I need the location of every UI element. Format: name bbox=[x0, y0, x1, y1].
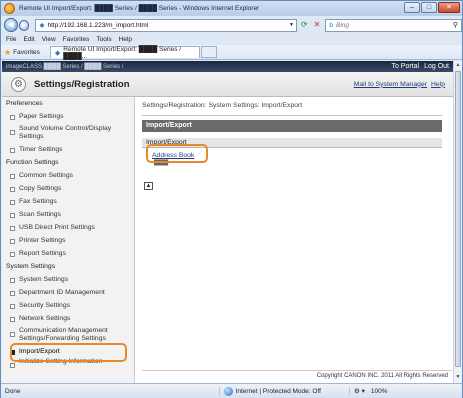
device-model: imageCLASS ████ Series / ████ Series / bbox=[6, 63, 124, 70]
highlight-address-book bbox=[146, 144, 208, 163]
sidebar-group-preferences: Preferences bbox=[6, 100, 43, 107]
sidebar-group-system-settings: System Settings bbox=[6, 263, 56, 270]
to-portal-link[interactable]: To Portal bbox=[391, 63, 419, 70]
sidebar-item-fax-settings[interactable]: Fax Settings bbox=[2, 195, 134, 208]
sidebar-item-common-settings[interactable]: Common Settings bbox=[2, 169, 134, 182]
page-top-icon[interactable]: ▲ bbox=[144, 182, 153, 190]
vertical-scrollbar[interactable]: ▲ ▼ bbox=[453, 61, 462, 383]
address-bar[interactable]: ◆ http://192.168.1.223/m_import.html ▼ bbox=[35, 18, 297, 32]
help-link[interactable]: Help bbox=[431, 81, 445, 88]
page-icon: ◆ bbox=[39, 22, 45, 29]
highlight-import-export bbox=[10, 343, 127, 362]
sidebar-item-usb-direct-print[interactable]: USB Direct Print Settings bbox=[2, 221, 134, 234]
browser-window: Remote UI Import/Export: ████ Series / █… bbox=[0, 0, 463, 398]
sidebar-item-system-settings[interactable]: System Settings bbox=[2, 273, 134, 286]
sidebar-group-function-settings: Function Settings bbox=[6, 159, 59, 166]
mail-system-manager-link[interactable]: Mail to System Manager bbox=[354, 81, 427, 88]
sidebar: Preferences Paper Settings Sound Volume … bbox=[2, 97, 135, 383]
tab-page-icon: ◆ bbox=[54, 49, 61, 57]
address-dropdown-icon[interactable]: ▼ bbox=[289, 22, 294, 28]
page-title: Settings/Registration bbox=[34, 78, 130, 90]
search-input[interactable]: b Bing ⚲ bbox=[325, 18, 462, 32]
scroll-down-icon[interactable]: ▼ bbox=[455, 374, 461, 380]
bing-icon: b bbox=[329, 21, 333, 29]
status-bar: Done Internet | Protected Mode: Off ⚙ ▾ … bbox=[1, 383, 462, 398]
favorites-bar: ★ Favorites ◆ Remote UI Import/Export: █… bbox=[1, 45, 462, 60]
browser-tab[interactable]: ◆ Remote UI Import/Export: ████ Series /… bbox=[49, 45, 200, 60]
log-out-link[interactable]: Log Out bbox=[424, 63, 449, 70]
tab-title: Remote UI Import/Export: ████ Series / █… bbox=[63, 45, 182, 60]
sidebar-item-network-settings[interactable]: Network Settings bbox=[2, 312, 134, 325]
sidebar-item-department-id[interactable]: Department ID Management bbox=[2, 286, 134, 299]
sidebar-item-timer-settings[interactable]: Timer Settings bbox=[2, 143, 134, 156]
menu-bar: File Edit View Favorites Tools Help bbox=[1, 34, 462, 45]
scroll-thumb[interactable] bbox=[455, 71, 461, 367]
address-row: ◀ ▶ ◆ http://192.168.1.223/m_import.html… bbox=[1, 16, 462, 34]
favorites-star-icon[interactable]: ★ bbox=[4, 48, 11, 57]
breadcrumb: Settings/Registration: System Settings: … bbox=[142, 102, 303, 109]
globe-icon bbox=[223, 386, 233, 396]
sidebar-item-report-settings[interactable]: Report Settings bbox=[2, 247, 134, 260]
sidebar-item-printer-settings[interactable]: Printer Settings bbox=[2, 234, 134, 247]
protected-mode-icon[interactable]: ⚙ ▾ bbox=[348, 387, 365, 395]
copyright: Copyright CANON INC. 2011 All Rights Res… bbox=[142, 370, 452, 381]
menu-file[interactable]: File bbox=[6, 36, 16, 43]
stop-icon[interactable]: ✕ bbox=[312, 20, 323, 31]
sidebar-item-sound-volume[interactable]: Sound Volume Control/Display Settings bbox=[2, 123, 134, 143]
menu-tools[interactable]: Tools bbox=[96, 36, 111, 43]
content-title: Import/Export bbox=[142, 120, 442, 132]
search-placeholder: Bing bbox=[335, 21, 349, 29]
page-content: imageCLASS ████ Series / ████ Series / T… bbox=[2, 61, 453, 383]
menu-help[interactable]: Help bbox=[119, 36, 132, 43]
favorites-button[interactable]: Favorites bbox=[13, 49, 40, 56]
device-bar: imageCLASS ████ Series / ████ Series / T… bbox=[2, 61, 453, 72]
menu-edit[interactable]: Edit bbox=[23, 36, 34, 43]
ie-icon bbox=[4, 3, 15, 14]
page-header: ⚙ Settings/Registration Mail to System M… bbox=[2, 72, 453, 97]
menu-favorites[interactable]: Favorites bbox=[63, 36, 90, 43]
gear-icon: ⚙ bbox=[11, 76, 26, 92]
sidebar-item-paper-settings[interactable]: Paper Settings bbox=[2, 110, 134, 123]
sidebar-item-security-settings[interactable]: Security Settings bbox=[2, 299, 134, 312]
new-tab-button[interactable] bbox=[200, 46, 217, 58]
sidebar-item-communication-management[interactable]: Communication Management Settings/Forwar… bbox=[2, 325, 134, 345]
scroll-up-icon[interactable]: ▲ bbox=[455, 62, 461, 68]
back-button[interactable]: ◀ bbox=[4, 18, 18, 32]
window-title: Remote UI Import/Export: ████ Series / █… bbox=[19, 5, 260, 12]
minimize-button[interactable]: – bbox=[404, 2, 420, 13]
sidebar-item-scan-settings[interactable]: Scan Settings bbox=[2, 208, 134, 221]
address-url: http://192.168.1.223/m_import.html bbox=[47, 21, 149, 29]
maximize-button[interactable]: □ bbox=[421, 2, 437, 13]
zone-text: Internet | Protected Mode: Off bbox=[235, 387, 321, 395]
menu-view[interactable]: View bbox=[42, 36, 56, 43]
forward-button[interactable]: ▶ bbox=[18, 19, 30, 31]
refresh-icon[interactable]: ⟳ bbox=[299, 20, 310, 31]
search-icon[interactable]: ⚲ bbox=[453, 21, 458, 29]
security-zone: Internet | Protected Mode: Off bbox=[218, 386, 321, 396]
status-text: Done bbox=[5, 387, 21, 395]
divider bbox=[142, 115, 442, 116]
sidebar-item-copy-settings[interactable]: Copy Settings bbox=[2, 182, 134, 195]
zoom-level[interactable]: 100% bbox=[371, 388, 388, 395]
close-button[interactable]: ✕ bbox=[438, 2, 460, 13]
title-bar: Remote UI Import/Export: ████ Series / █… bbox=[1, 1, 462, 16]
